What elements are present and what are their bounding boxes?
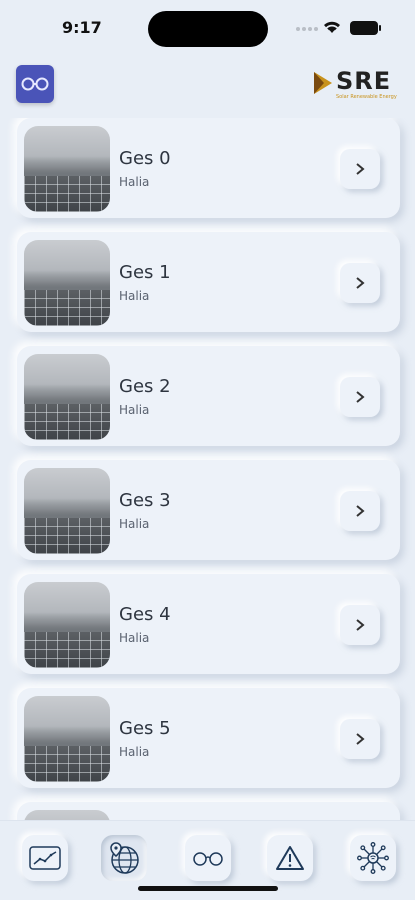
open-site-button[interactable] [340, 605, 380, 645]
site-title: Ges 5 [119, 718, 171, 739]
wifi-icon [324, 21, 340, 33]
app-menu-button[interactable] [16, 65, 54, 103]
tab-map[interactable] [101, 835, 147, 881]
home-indicator [138, 886, 278, 891]
brand-logo: SRE Solar Renewable Energy [312, 66, 408, 102]
status-time: 9:17 [62, 18, 102, 37]
chevron-right-icon [356, 391, 365, 403]
battery-icon [350, 21, 381, 35]
site-subtitle: Halia [119, 745, 150, 759]
site-title: Ges 1 [119, 262, 171, 283]
site-thumbnail [24, 582, 110, 668]
site-card[interactable]: Ges 3 Halia [17, 460, 400, 560]
glasses-icon [21, 77, 49, 91]
glasses-icon [193, 852, 223, 866]
site-title: Ges 0 [119, 148, 171, 169]
tab-chart[interactable] [22, 835, 68, 881]
site-subtitle: Halia [119, 517, 150, 531]
brand-tagline: Solar Renewable Energy [336, 94, 397, 100]
site-card[interactable]: Ges 4 Halia [17, 574, 400, 674]
chevron-right-icon [356, 163, 365, 175]
site-thumbnail [24, 468, 110, 554]
site-subtitle: Halia [119, 175, 150, 189]
site-subtitle: Halia [119, 403, 150, 417]
chevron-right-icon [356, 733, 365, 745]
site-card[interactable]: Ges 0 Halia [17, 118, 400, 218]
site-card[interactable] [17, 802, 400, 820]
warning-icon [276, 846, 304, 870]
site-title: Ges 2 [119, 376, 171, 397]
chevron-right-icon [356, 619, 365, 631]
site-subtitle: Halia [119, 631, 150, 645]
brand-text: SRE [336, 67, 392, 95]
status-bar: 9:17 [0, 0, 415, 58]
signal-icon [296, 27, 318, 31]
site-thumbnail [24, 810, 110, 820]
site-list[interactable]: Ges 0 Halia Ges 1 Halia Ges 2 Halia Ges … [0, 118, 415, 820]
site-card[interactable]: Ges 2 Halia [17, 346, 400, 446]
open-site-button[interactable] [340, 377, 380, 417]
dynamic-island [148, 11, 268, 47]
site-title: Ges 3 [119, 490, 171, 511]
site-thumbnail [24, 240, 110, 326]
site-subtitle: Halia [119, 289, 150, 303]
network-icon [357, 842, 389, 874]
site-card[interactable]: Ges 1 Halia [17, 232, 400, 332]
chevron-right-icon [356, 277, 365, 289]
play-arrow-icon [314, 72, 332, 94]
site-thumbnail [24, 126, 110, 212]
tab-alerts[interactable] [267, 835, 313, 881]
open-site-button[interactable] [340, 149, 380, 189]
chart-line-icon [29, 846, 61, 870]
globe-map-icon [110, 842, 139, 874]
tab-network[interactable] [350, 835, 396, 881]
site-thumbnail [24, 354, 110, 440]
site-card[interactable]: Ges 5 Halia [17, 688, 400, 788]
tab-inspect[interactable] [185, 835, 231, 881]
open-site-button[interactable] [340, 263, 380, 303]
site-thumbnail [24, 696, 110, 782]
open-site-button[interactable] [340, 491, 380, 531]
open-site-button[interactable] [340, 719, 380, 759]
site-title: Ges 4 [119, 604, 171, 625]
chevron-right-icon [356, 505, 365, 517]
